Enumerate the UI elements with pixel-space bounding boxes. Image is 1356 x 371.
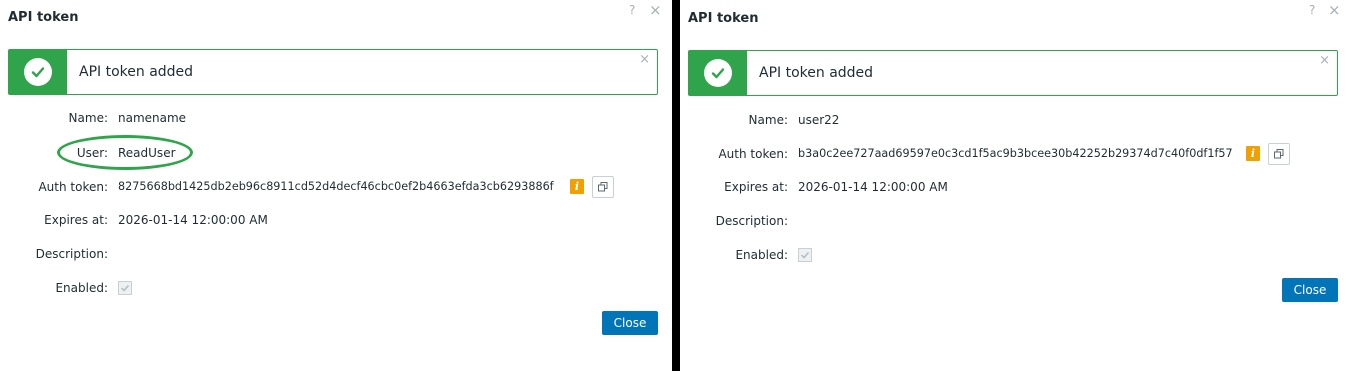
check-icon	[120, 284, 130, 292]
success-icon-box	[9, 50, 67, 94]
check-icon	[800, 251, 810, 259]
name-value: user22	[798, 113, 840, 127]
message-text: API token added	[759, 65, 874, 81]
auth-token-label: Auth token:	[718, 147, 788, 161]
name-label: Name:	[68, 111, 108, 125]
enabled-checkbox	[798, 248, 812, 262]
copy-icon	[1274, 149, 1284, 159]
enabled-label: Enabled:	[735, 248, 788, 262]
dialog-title: API token	[688, 11, 759, 26]
message-close-icon[interactable]: ×	[639, 52, 650, 67]
close-button[interactable]: Close	[602, 311, 658, 335]
copy-icon	[598, 182, 608, 192]
success-message: API token added ×	[8, 49, 658, 95]
success-message: API token added ×	[688, 50, 1338, 96]
help-icon[interactable]: ?	[1309, 3, 1315, 17]
copy-button[interactable]	[592, 176, 614, 198]
close-button[interactable]: Close	[1282, 278, 1338, 302]
message-close-icon[interactable]: ×	[1319, 53, 1330, 68]
dialog-title: API token	[8, 10, 79, 25]
enabled-label: Enabled:	[55, 281, 108, 295]
divider	[672, 0, 680, 371]
check-icon	[24, 58, 52, 86]
name-label: Name:	[748, 113, 788, 127]
close-icon[interactable]: ×	[1328, 1, 1341, 19]
highlight-ellipse	[57, 135, 193, 170]
help-icon[interactable]: ?	[629, 3, 635, 17]
auth-token-value: b3a0c2ee727aad69597e0c3cd1f5ac9b3bcee30b…	[798, 147, 1233, 160]
close-icon[interactable]: ×	[649, 1, 662, 19]
info-icon[interactable]: i	[1246, 146, 1260, 161]
copy-button[interactable]	[1268, 143, 1290, 165]
check-icon	[704, 59, 732, 87]
api-token-dialog-left: API token ? × API token added × Name: na…	[0, 0, 672, 371]
api-token-dialog-right: API token ? × API token added × Name: us…	[680, 0, 1356, 371]
auth-token-label: Auth token:	[38, 180, 108, 194]
description-label: Description:	[35, 247, 108, 261]
expires-label: Expires at:	[724, 180, 788, 194]
name-value: namename	[118, 111, 187, 125]
message-text: API token added	[79, 64, 194, 80]
description-label: Description:	[715, 214, 788, 228]
expires-label: Expires at:	[44, 213, 108, 227]
info-icon[interactable]: i	[570, 179, 584, 194]
success-icon-box	[689, 51, 747, 95]
expires-value: 2026-01-14 12:00:00 AM	[118, 213, 268, 227]
enabled-checkbox	[118, 281, 132, 295]
expires-value: 2026-01-14 12:00:00 AM	[798, 180, 948, 194]
auth-token-value: 8275668bd1425db2eb96c8911cd52d4decf46cbc…	[118, 180, 554, 193]
